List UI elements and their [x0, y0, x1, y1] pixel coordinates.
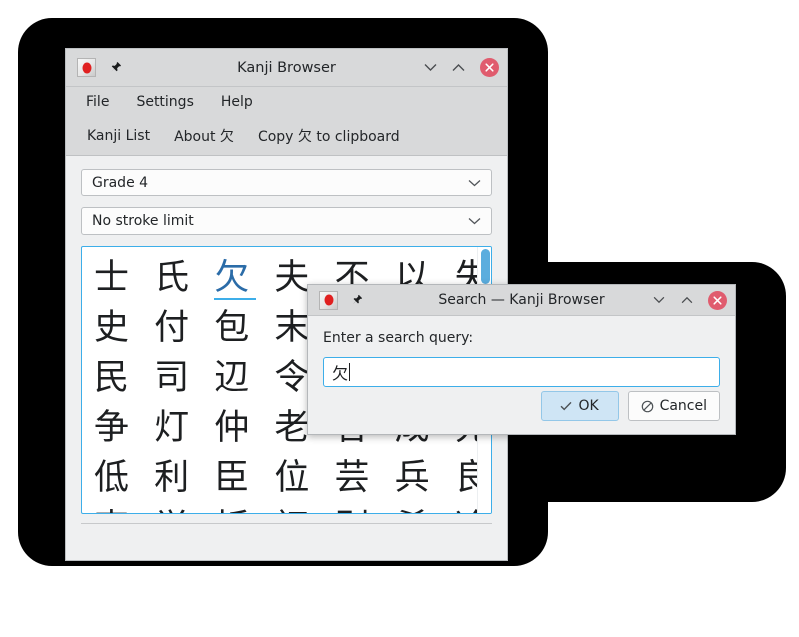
cancel-button-label: Cancel [660, 398, 707, 414]
menu-settings[interactable]: Settings [128, 91, 201, 113]
ok-button-label: OK [578, 398, 598, 414]
search-query-label: Enter a search query: [323, 330, 720, 346]
minimize-button[interactable] [422, 59, 439, 76]
about-kanji-button[interactable]: About 欠 [165, 122, 243, 150]
dialog-body: Enter a search query: 欠 [308, 316, 735, 391]
stroke-limit-select[interactable]: No stroke limit [81, 207, 492, 234]
menubar: File Settings Help [66, 87, 507, 117]
minimize-button[interactable] [650, 292, 667, 309]
ok-button[interactable]: OK [541, 391, 619, 421]
close-button[interactable] [480, 58, 499, 77]
text-caret [349, 363, 350, 381]
dialog-button-row: OK Cancel [308, 391, 735, 434]
kanji-row-before: 克 労 折 初 別 希 冷 佐 [94, 508, 492, 514]
maximize-button[interactable] [450, 59, 467, 76]
kanji-list-button[interactable]: Kanji List [78, 124, 159, 148]
prohibited-icon [641, 400, 654, 413]
pin-icon[interactable] [105, 58, 125, 78]
chevron-down-icon [468, 179, 481, 187]
japan-flag-icon [319, 291, 338, 310]
kanji-row[interactable]: 低 利 臣 位 芸 兵 良 束 [94, 453, 481, 503]
search-input[interactable]: 欠 [323, 357, 720, 387]
check-icon [560, 401, 572, 411]
menu-help[interactable]: Help [213, 91, 261, 113]
main-titlebar: Kanji Browser [66, 49, 507, 87]
kanji-selected[interactable]: 欠 [214, 258, 256, 300]
scrollbar-thumb[interactable] [481, 249, 490, 284]
grade-select-value: Grade 4 [92, 175, 148, 191]
chevron-down-icon [468, 217, 481, 225]
kanji-row-before: 士 氏 [94, 258, 214, 298]
menu-file[interactable]: File [78, 91, 117, 113]
stroke-limit-select-value: No stroke limit [92, 213, 194, 229]
kanji-row[interactable]: 克 労 折 初 別 希 冷 佐 [94, 503, 481, 514]
cancel-button[interactable]: Cancel [628, 391, 720, 421]
statusbar [81, 523, 492, 560]
dialog-titlebar: Search — Kanji Browser [308, 285, 735, 316]
main-window-controls [422, 58, 499, 77]
search-input-value: 欠 [332, 360, 348, 384]
japan-flag-icon [77, 58, 96, 77]
copy-to-clipboard-button[interactable]: Copy 欠 to clipboard [249, 122, 409, 150]
toolbar: Kanji List About 欠 Copy 欠 to clipboard [66, 117, 507, 156]
kanji-row-before: 低 利 臣 位 芸 兵 良 束 [94, 458, 492, 498]
pin-icon[interactable] [347, 290, 367, 310]
search-dialog: Search — Kanji Browser Enter a search qu… [307, 284, 736, 435]
grade-select[interactable]: Grade 4 [81, 169, 492, 196]
close-button[interactable] [708, 291, 727, 310]
maximize-button[interactable] [678, 292, 695, 309]
dialog-window-controls [650, 291, 727, 310]
